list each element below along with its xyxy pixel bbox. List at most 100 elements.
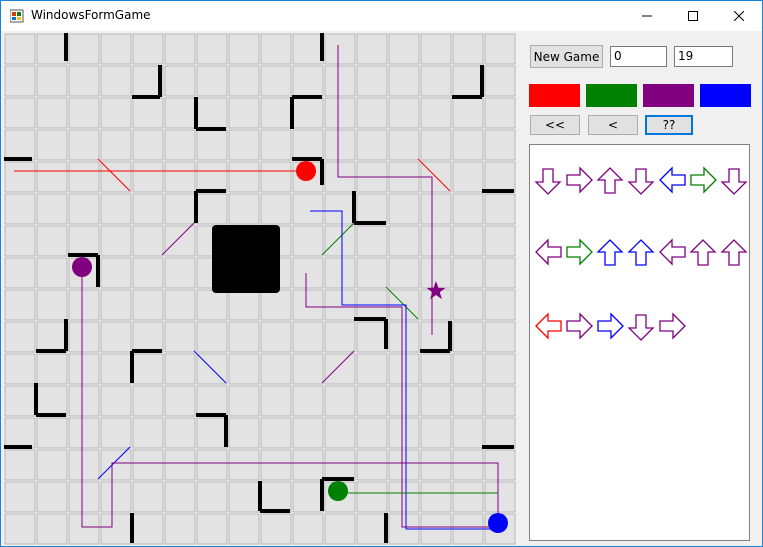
board-cell [420, 353, 452, 385]
new-game-button[interactable]: New Game [530, 45, 603, 68]
board-cell [324, 65, 356, 97]
board-cell [292, 481, 324, 513]
board-cell [36, 193, 68, 225]
board-cell [292, 225, 324, 257]
board-cell [452, 449, 484, 481]
board-cell [132, 225, 164, 257]
board-cell [260, 385, 292, 417]
board-cell [356, 417, 388, 449]
board-cell [356, 385, 388, 417]
board-cell [132, 385, 164, 417]
board-cell [68, 513, 100, 545]
board-cell [452, 97, 484, 129]
board-cell [68, 481, 100, 513]
first-move-button[interactable]: << [530, 115, 580, 135]
board-cell [388, 385, 420, 417]
board-cell [100, 513, 132, 545]
minimize-button[interactable] [624, 1, 670, 31]
board-cell [484, 257, 516, 289]
board-cell [228, 481, 260, 513]
board-cell [100, 353, 132, 385]
move-arrow-right-icon [659, 312, 686, 340]
board-cell [260, 353, 292, 385]
board-cell [4, 65, 36, 97]
board-cell [452, 161, 484, 193]
board-cell [196, 129, 228, 161]
board-cell [260, 449, 292, 481]
board-cell [324, 353, 356, 385]
robot-select-blue[interactable] [700, 84, 751, 107]
board-cell [36, 129, 68, 161]
board-cell [452, 385, 484, 417]
hint-button[interactable]: ?? [645, 115, 693, 135]
board-cell [196, 417, 228, 449]
title-bar[interactable]: WindowsFormGame [1, 1, 762, 31]
board-cell [484, 161, 516, 193]
board-cell [324, 193, 356, 225]
robot-select-green[interactable] [586, 84, 637, 107]
game-board[interactable] [4, 33, 516, 545]
board-cell [420, 65, 452, 97]
close-button[interactable] [716, 1, 762, 31]
board-cell [132, 289, 164, 321]
board-cell [132, 321, 164, 353]
board-cell [484, 193, 516, 225]
board-cell [452, 353, 484, 385]
board-cell [260, 33, 292, 65]
board-cell [132, 129, 164, 161]
board-cell [356, 449, 388, 481]
board-cell [100, 449, 132, 481]
board-cell [388, 65, 420, 97]
board-cell [484, 481, 516, 513]
board-cell [356, 129, 388, 161]
close-icon [734, 11, 744, 21]
board-cell [260, 289, 292, 321]
board-cell [420, 481, 452, 513]
board-cell [420, 129, 452, 161]
board-cell [132, 449, 164, 481]
board-cell [228, 385, 260, 417]
board-cell [196, 65, 228, 97]
board-cell [68, 129, 100, 161]
board-cell [100, 97, 132, 129]
move-arrow-up-icon [689, 239, 717, 266]
board-cell [228, 417, 260, 449]
board-cell [324, 385, 356, 417]
window-title: WindowsFormGame [31, 8, 151, 22]
board-cell [420, 449, 452, 481]
app-window: WindowsFormGame New Game 0 19 << < ?? [0, 0, 763, 547]
board-cell [36, 161, 68, 193]
board-cell [324, 449, 356, 481]
board-cell [164, 193, 196, 225]
board-cell [452, 193, 484, 225]
board-cell [36, 321, 68, 353]
move-arrow-right-icon [690, 166, 717, 194]
move-arrow-left-icon [659, 238, 686, 266]
board-cell [196, 193, 228, 225]
moves-field[interactable]: 19 [674, 46, 733, 67]
board-cell [132, 481, 164, 513]
board-cell [260, 481, 292, 513]
center-block [212, 225, 280, 293]
move-arrow-down-icon [627, 314, 655, 341]
robot-select-red[interactable] [529, 84, 580, 107]
board-cell [356, 513, 388, 545]
board-cell [388, 225, 420, 257]
board-cell [4, 257, 36, 289]
board-cell [420, 225, 452, 257]
board-cell [4, 225, 36, 257]
maximize-button[interactable] [670, 1, 716, 31]
move-arrow-left-icon [659, 166, 686, 194]
robot-select-purple[interactable] [643, 84, 694, 107]
board-cell [356, 193, 388, 225]
board-cell [292, 353, 324, 385]
board-cell [452, 65, 484, 97]
board-cell [324, 513, 356, 545]
board-cell [196, 161, 228, 193]
board-cell [100, 481, 132, 513]
board-cell [420, 385, 452, 417]
prev-move-button[interactable]: < [588, 115, 638, 135]
score-field[interactable]: 0 [610, 46, 667, 67]
board-cell [420, 321, 452, 353]
board-cell [260, 161, 292, 193]
